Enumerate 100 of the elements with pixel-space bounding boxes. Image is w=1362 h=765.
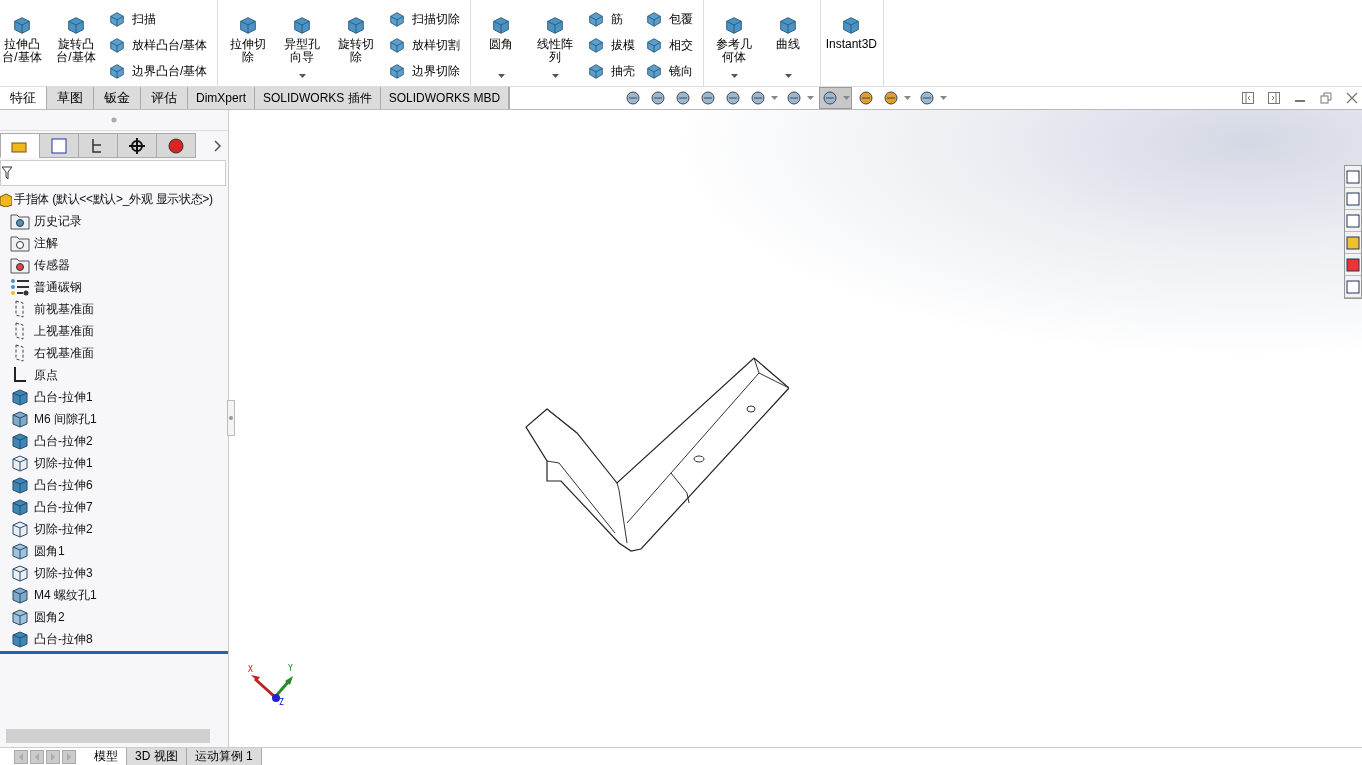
task-pane-button[interactable] [1345,232,1361,254]
tree-item[interactable]: 上视基准面 [34,322,94,340]
ribbon-button[interactable]: 边界凸台/基体 [104,60,212,82]
ribbon-button[interactable]: 扫描 [104,8,212,30]
ribbon-button[interactable]: 线性阵列 [529,4,582,84]
ribbon-button[interactable]: 旋转凸台/基体 [50,4,102,84]
tree-item[interactable]: 原点 [34,366,58,384]
panel-tab[interactable] [156,133,196,158]
task-pane-icon [1346,191,1360,206]
ribbon-button[interactable]: 圆角 [475,4,528,84]
panel-icon [50,136,68,155]
tree-item[interactable]: 凸台-拉伸6 [34,476,93,494]
ribbon-button[interactable]: Instant3D [825,4,878,84]
tree-item[interactable]: 切除-拉伸3 [34,564,93,582]
cube-icon [10,432,30,450]
splitter-handle-icon[interactable] [227,400,235,436]
cube-icon [10,498,30,516]
chevron-right-icon[interactable] [214,139,222,152]
tree-item[interactable]: 凸台-拉伸1 [34,388,93,406]
ribbon-button[interactable]: 拉伸切除 [222,4,275,84]
tree-item[interactable]: 凸台-拉伸2 [34,432,93,450]
cube-icon [587,10,606,28]
close-icon[interactable] [1346,92,1358,104]
view-tool-button[interactable] [819,87,853,109]
cube-icon [10,630,30,648]
tree-item[interactable]: 注解 [34,234,58,252]
ribbon-button[interactable]: 边界切除 [384,60,465,82]
ribbon-button[interactable]: 异型孔向导 [276,4,329,84]
ribbon-button[interactable]: 包覆 [641,8,698,30]
tree-item[interactable]: 前视基准面 [34,300,94,318]
task-pane-icon [1346,213,1360,228]
folder-icon [10,212,30,230]
cube-icon [10,454,30,472]
caret-icon [940,96,948,100]
cube-icon [10,410,30,428]
ribbon-button[interactable]: 拔模 [583,34,640,56]
task-pane-icon [1346,257,1360,272]
ribbon-button[interactable]: 相交 [641,34,698,56]
ribbon-button[interactable]: 镜向 [641,60,698,82]
tree-root-label[interactable]: 手指体 (默认<<默认>_外观 显示状态>) [14,190,213,208]
ribbon-tab[interactable]: 特征 [0,87,47,109]
tree-item[interactable]: 右视基准面 [34,344,94,362]
view-icon [918,89,937,107]
ribbon-button[interactable]: 旋转切除 [330,4,383,84]
ribbon-button[interactable]: 抽壳 [583,60,640,82]
tree-item[interactable]: 凸台-拉伸8 [34,630,93,648]
tree-item[interactable]: M6 间隙孔1 [34,410,97,428]
panel-right-icon[interactable] [1268,92,1280,104]
cube-icon [587,62,606,80]
ribbon-button[interactable]: 扫描切除 [384,8,465,30]
folder-icon [10,234,30,252]
tree-item[interactable]: 普通碳钢 [34,278,82,296]
tree-item[interactable]: 历史记录 [34,212,82,230]
task-pane-button[interactable] [1345,166,1361,188]
view-icon [699,89,718,107]
filter-field[interactable] [0,160,226,186]
panel-left-icon[interactable] [1242,92,1254,104]
caret-icon [730,74,738,78]
view-icon [674,89,693,107]
panel-tab[interactable] [117,133,157,158]
tree-item[interactable]: 传感器 [34,256,70,274]
tree-item[interactable]: 圆角1 [34,542,65,560]
view-icon [749,89,768,107]
tree-item[interactable]: 圆角2 [34,608,65,626]
panel-icon [167,136,185,155]
cube-icon [10,388,30,406]
material-list-icon [10,278,30,296]
ribbon-button[interactable]: 曲线 [762,4,815,84]
view-icon [785,89,804,107]
horizontal-scrollbar[interactable] [6,729,210,743]
ribbon-button[interactable]: 放样切割 [384,34,465,56]
cube-icon [10,608,30,626]
view-icon [821,89,840,107]
ribbon-button[interactable]: 拉伸凸台/基体 [0,4,48,84]
task-pane-button[interactable] [1345,210,1361,232]
cube-icon [10,564,30,582]
tree-item[interactable]: 切除-拉伸2 [34,520,93,538]
tree-item[interactable]: M4 螺纹孔1 [34,586,97,604]
view-tab[interactable]: 运动算例 1 [186,748,262,765]
ribbon-button[interactable]: 放样凸台/基体 [104,34,212,56]
task-pane-icon [1346,279,1360,294]
cube-icon [388,62,407,80]
grip-icon[interactable] [111,117,117,123]
part-icon [0,191,12,207]
task-pane-button[interactable] [1345,276,1361,298]
ribbon-button[interactable]: 筋 [583,8,640,30]
caret-icon [807,96,815,100]
view-tab[interactable]: 3D 视图 [127,748,187,765]
restore-icon[interactable] [1320,92,1332,104]
ribbon-button[interactable]: 参考几何体 [708,4,761,84]
caret-icon [784,74,792,78]
view-icon [724,89,743,107]
task-pane-button[interactable] [1345,254,1361,276]
tree-item[interactable]: 凸台-拉伸7 [34,498,93,516]
caret-icon [497,74,505,78]
cube-icon [587,36,606,54]
folder-icon [10,256,30,274]
panel-icon [128,136,146,155]
task-pane-button[interactable] [1345,188,1361,210]
tree-item[interactable]: 切除-拉伸1 [34,454,93,472]
